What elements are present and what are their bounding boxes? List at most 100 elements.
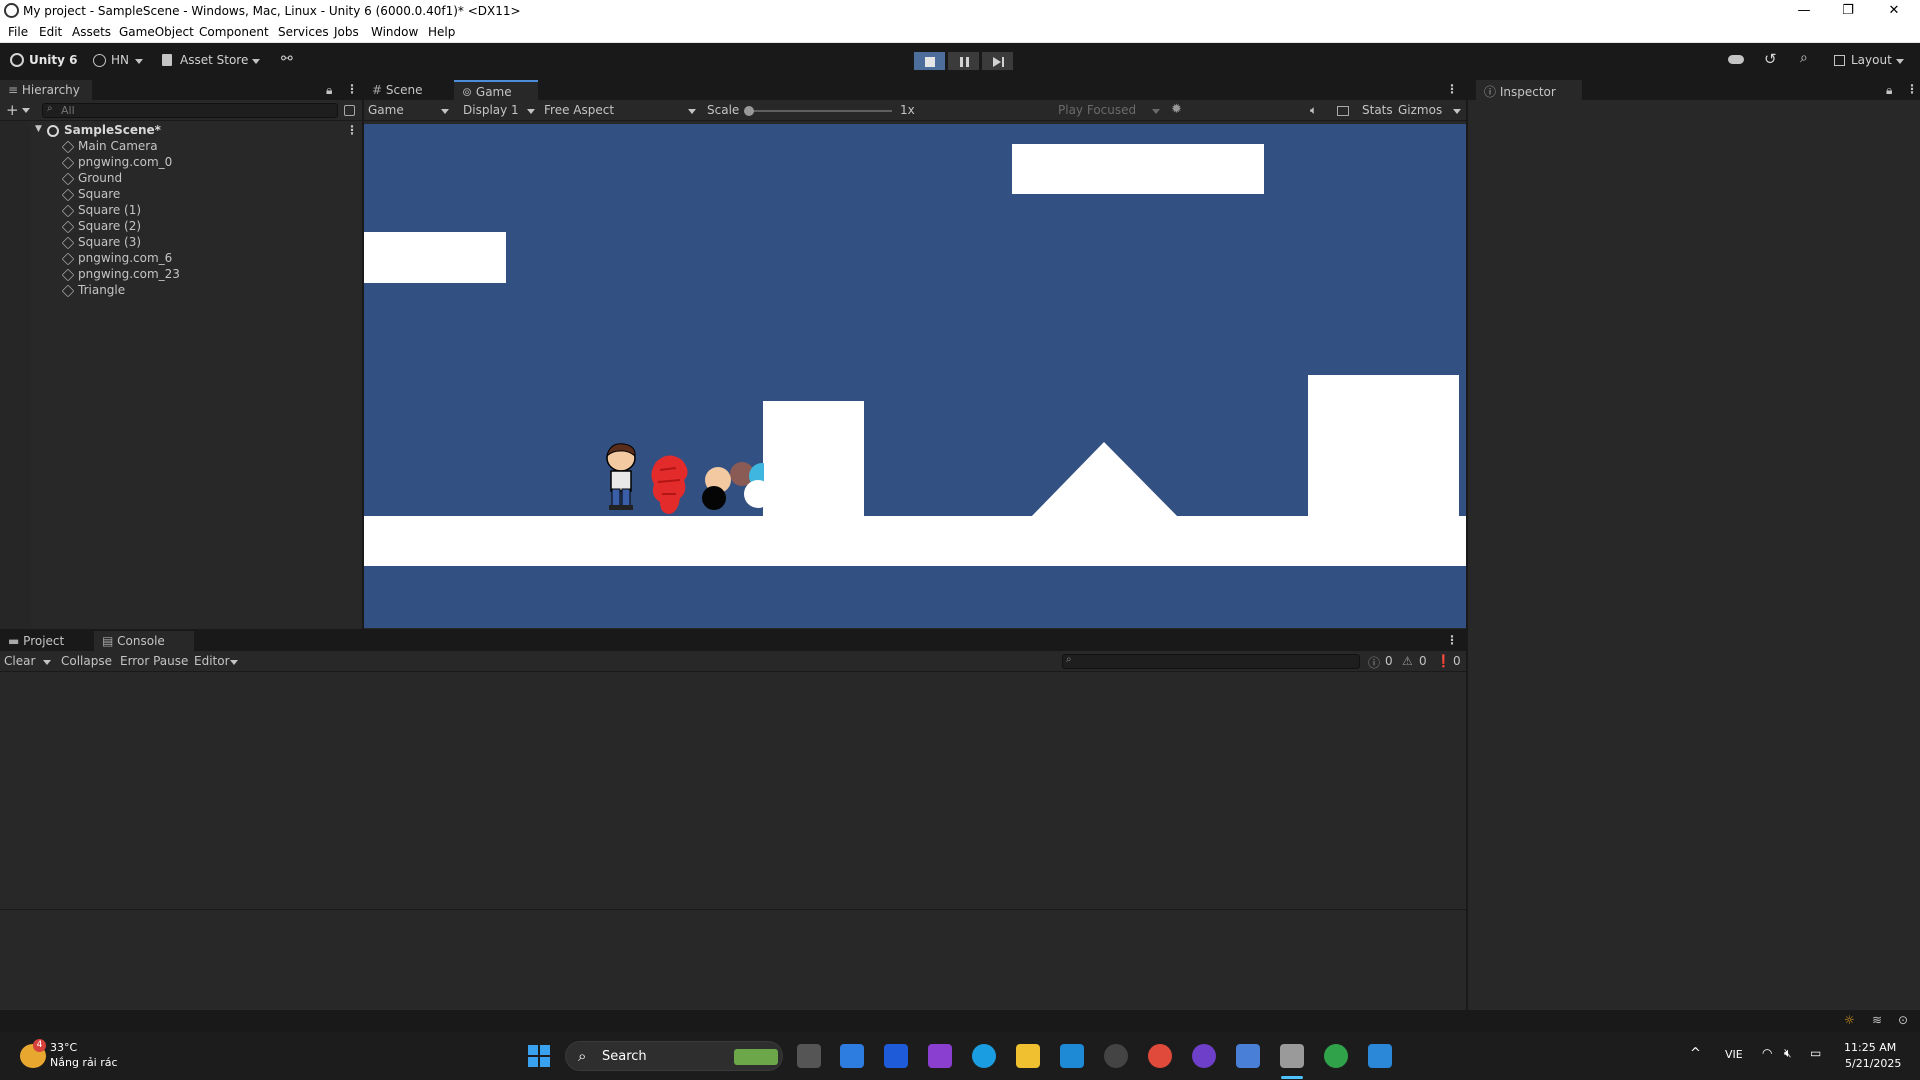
log-filter-toggle[interactable]: ⓘ <box>1368 654 1380 671</box>
scale-slider-handle[interactable] <box>744 106 754 116</box>
windows-start-icon[interactable] <box>528 1045 550 1067</box>
hierarchy-item[interactable]: pngwing.com_0 <box>78 155 172 169</box>
view-mode-dropdown[interactable]: Game <box>368 103 404 117</box>
notification-icon[interactable]: ⊙ <box>1898 1013 1908 1027</box>
more-options-icon[interactable]: ⋮ <box>1906 82 1918 96</box>
file-explorer-icon[interactable] <box>1016 1044 1040 1068</box>
more-options-icon[interactable]: ⋮ <box>1446 633 1458 647</box>
console-split-divider[interactable] <box>0 909 1466 910</box>
clock-date[interactable]: 5/21/2025 <box>1845 1057 1901 1070</box>
more-options-icon[interactable]: ⋮ <box>346 82 358 96</box>
menu-help[interactable]: Help <box>428 25 455 39</box>
audio-mute-icon[interactable]: 🔈︎ <box>1310 103 1317 118</box>
game-view[interactable] <box>364 124 1466 628</box>
wifi-icon[interactable]: ◠ <box>1762 1046 1772 1060</box>
layout-dropdown[interactable]: Layout <box>1851 53 1892 67</box>
display-dropdown[interactable]: Display 1 <box>463 103 519 117</box>
taskbar-search-box[interactable]: ⌕ Search <box>565 1041 783 1071</box>
collapse-toggle[interactable]: Collapse <box>61 654 112 668</box>
stats-button[interactable]: Stats <box>1362 103 1393 117</box>
chrome-profile-icon[interactable] <box>1324 1044 1348 1068</box>
scale-slider[interactable] <box>748 110 892 112</box>
menu-services[interactable]: Services <box>278 25 329 39</box>
lock-icon[interactable]: 🔒︎ <box>326 83 332 98</box>
hierarchy-item[interactable]: Square (1) <box>78 203 141 217</box>
hierarchy-item[interactable]: Square <box>78 187 120 201</box>
hierarchy-item[interactable]: Ground <box>78 171 122 185</box>
hierarchy-item[interactable]: Main Camera <box>78 139 158 153</box>
console-search-input[interactable] <box>1062 654 1360 669</box>
gizmos-button[interactable]: Gizmos <box>1398 103 1442 117</box>
hierarchy-item[interactable]: Square (2) <box>78 219 141 233</box>
close-button[interactable]: ✕ <box>1872 0 1916 22</box>
language-indicator[interactable]: VIE <box>1725 1048 1743 1061</box>
menu-window[interactable]: Window <box>371 25 418 39</box>
unity-hub-icon[interactable] <box>1236 1044 1260 1068</box>
menu-assets[interactable]: Assets <box>72 25 111 39</box>
cache-server-icon[interactable]: ≋ <box>1872 1013 1882 1027</box>
vscode-icon[interactable] <box>1060 1044 1084 1068</box>
account-button[interactable]: HN <box>111 53 129 67</box>
weather-description[interactable]: Nắng rải rác <box>50 1056 118 1069</box>
aspect-dropdown[interactable]: Free Aspect <box>544 103 614 117</box>
minimize-button[interactable]: — <box>1782 0 1826 22</box>
edge-icon[interactable] <box>972 1044 996 1068</box>
menu-jobs[interactable]: Jobs <box>334 25 359 39</box>
menu-file[interactable]: File <box>8 25 28 39</box>
create-button[interactable]: + <box>6 101 19 119</box>
unity-editor-icon[interactable] <box>1280 1044 1304 1068</box>
pause-button[interactable] <box>947 51 980 71</box>
bug-icon[interactable]: ✹ <box>1171 102 1182 117</box>
rider-icon[interactable] <box>1104 1044 1128 1068</box>
scene-filter-icon[interactable] <box>344 105 355 116</box>
chrome-icon[interactable] <box>1148 1044 1172 1068</box>
scene-foldout-arrow-icon[interactable]: ▼ <box>35 124 42 134</box>
menu-component[interactable]: Component <box>199 25 269 39</box>
hierarchy-search-input[interactable] <box>42 103 338 118</box>
battery-icon[interactable]: ▭ <box>1810 1046 1821 1060</box>
clear-button[interactable]: Clear <box>4 654 35 668</box>
lighting-icon[interactable]: ☼ <box>1844 1013 1855 1027</box>
play-focused-dropdown[interactable]: Play Focused <box>1058 103 1136 117</box>
hierarchy-item[interactable]: Triangle <box>78 283 125 297</box>
error-pause-toggle[interactable]: Error Pause <box>120 654 188 668</box>
cloud-icon[interactable] <box>1728 55 1744 64</box>
chevron-up-icon[interactable]: ^ <box>1690 1046 1701 1061</box>
hierarchy-item[interactable]: pngwing.com_23 <box>78 267 180 281</box>
tab-project[interactable]: ▬ Project <box>0 631 92 651</box>
step-button[interactable] <box>981 51 1014 71</box>
play-button[interactable] <box>913 51 946 71</box>
tab-scene[interactable]: # Scene <box>364 80 446 100</box>
menu-gameobject[interactable]: GameObject <box>119 25 194 39</box>
volume-muted-icon[interactable]: 🔇︎ <box>1784 1046 1792 1061</box>
hierarchy-item[interactable]: pngwing.com_6 <box>78 251 172 265</box>
error-filter-toggle[interactable]: ❗ <box>1436 654 1451 668</box>
warning-filter-toggle[interactable]: ⚠ <box>1402 654 1413 668</box>
version-control-icon[interactable]: ⚯ <box>281 51 293 67</box>
keyboard-shortcuts-icon[interactable] <box>1337 106 1349 116</box>
hierarchy-item[interactable]: Square (3) <box>78 235 141 249</box>
task-view-icon[interactable] <box>797 1044 821 1068</box>
clock-time[interactable]: 11:25 AM <box>1844 1041 1896 1054</box>
inspector-panel: ⓘ Inspector 🔒︎ ⋮ <box>1468 80 1920 1010</box>
more-options-icon[interactable]: ⋮ <box>1446 82 1458 96</box>
weather-temperature[interactable]: 33°C <box>50 1041 77 1054</box>
github-desktop-icon[interactable] <box>1192 1044 1216 1068</box>
tab-console[interactable]: ▤ Console <box>94 631 194 651</box>
tab-inspector[interactable]: ⓘ Inspector <box>1476 80 1582 100</box>
notepad-icon[interactable] <box>1368 1044 1392 1068</box>
copilot-icon[interactable] <box>840 1044 864 1068</box>
tab-hierarchy[interactable]: ≡ Hierarchy <box>0 80 92 100</box>
history-icon[interactable]: ↺ <box>1764 50 1777 68</box>
tab-game[interactable]: ⊚ Game <box>454 80 538 100</box>
menu-edit[interactable]: Edit <box>39 25 62 39</box>
maximize-button[interactable]: ❐ <box>1826 0 1870 22</box>
jetbrains-icon[interactable] <box>884 1044 908 1068</box>
scene-name[interactable]: SampleScene* <box>64 123 161 137</box>
scene-options-icon[interactable]: ⋮ <box>346 123 358 137</box>
editor-dropdown[interactable]: Editor <box>194 654 230 668</box>
asset-store-button[interactable]: Asset Store <box>180 53 248 67</box>
search-icon[interactable]: ⌕ <box>1800 50 1808 66</box>
lock-icon[interactable]: 🔒︎ <box>1886 83 1892 98</box>
visual-studio-icon[interactable] <box>928 1044 952 1068</box>
